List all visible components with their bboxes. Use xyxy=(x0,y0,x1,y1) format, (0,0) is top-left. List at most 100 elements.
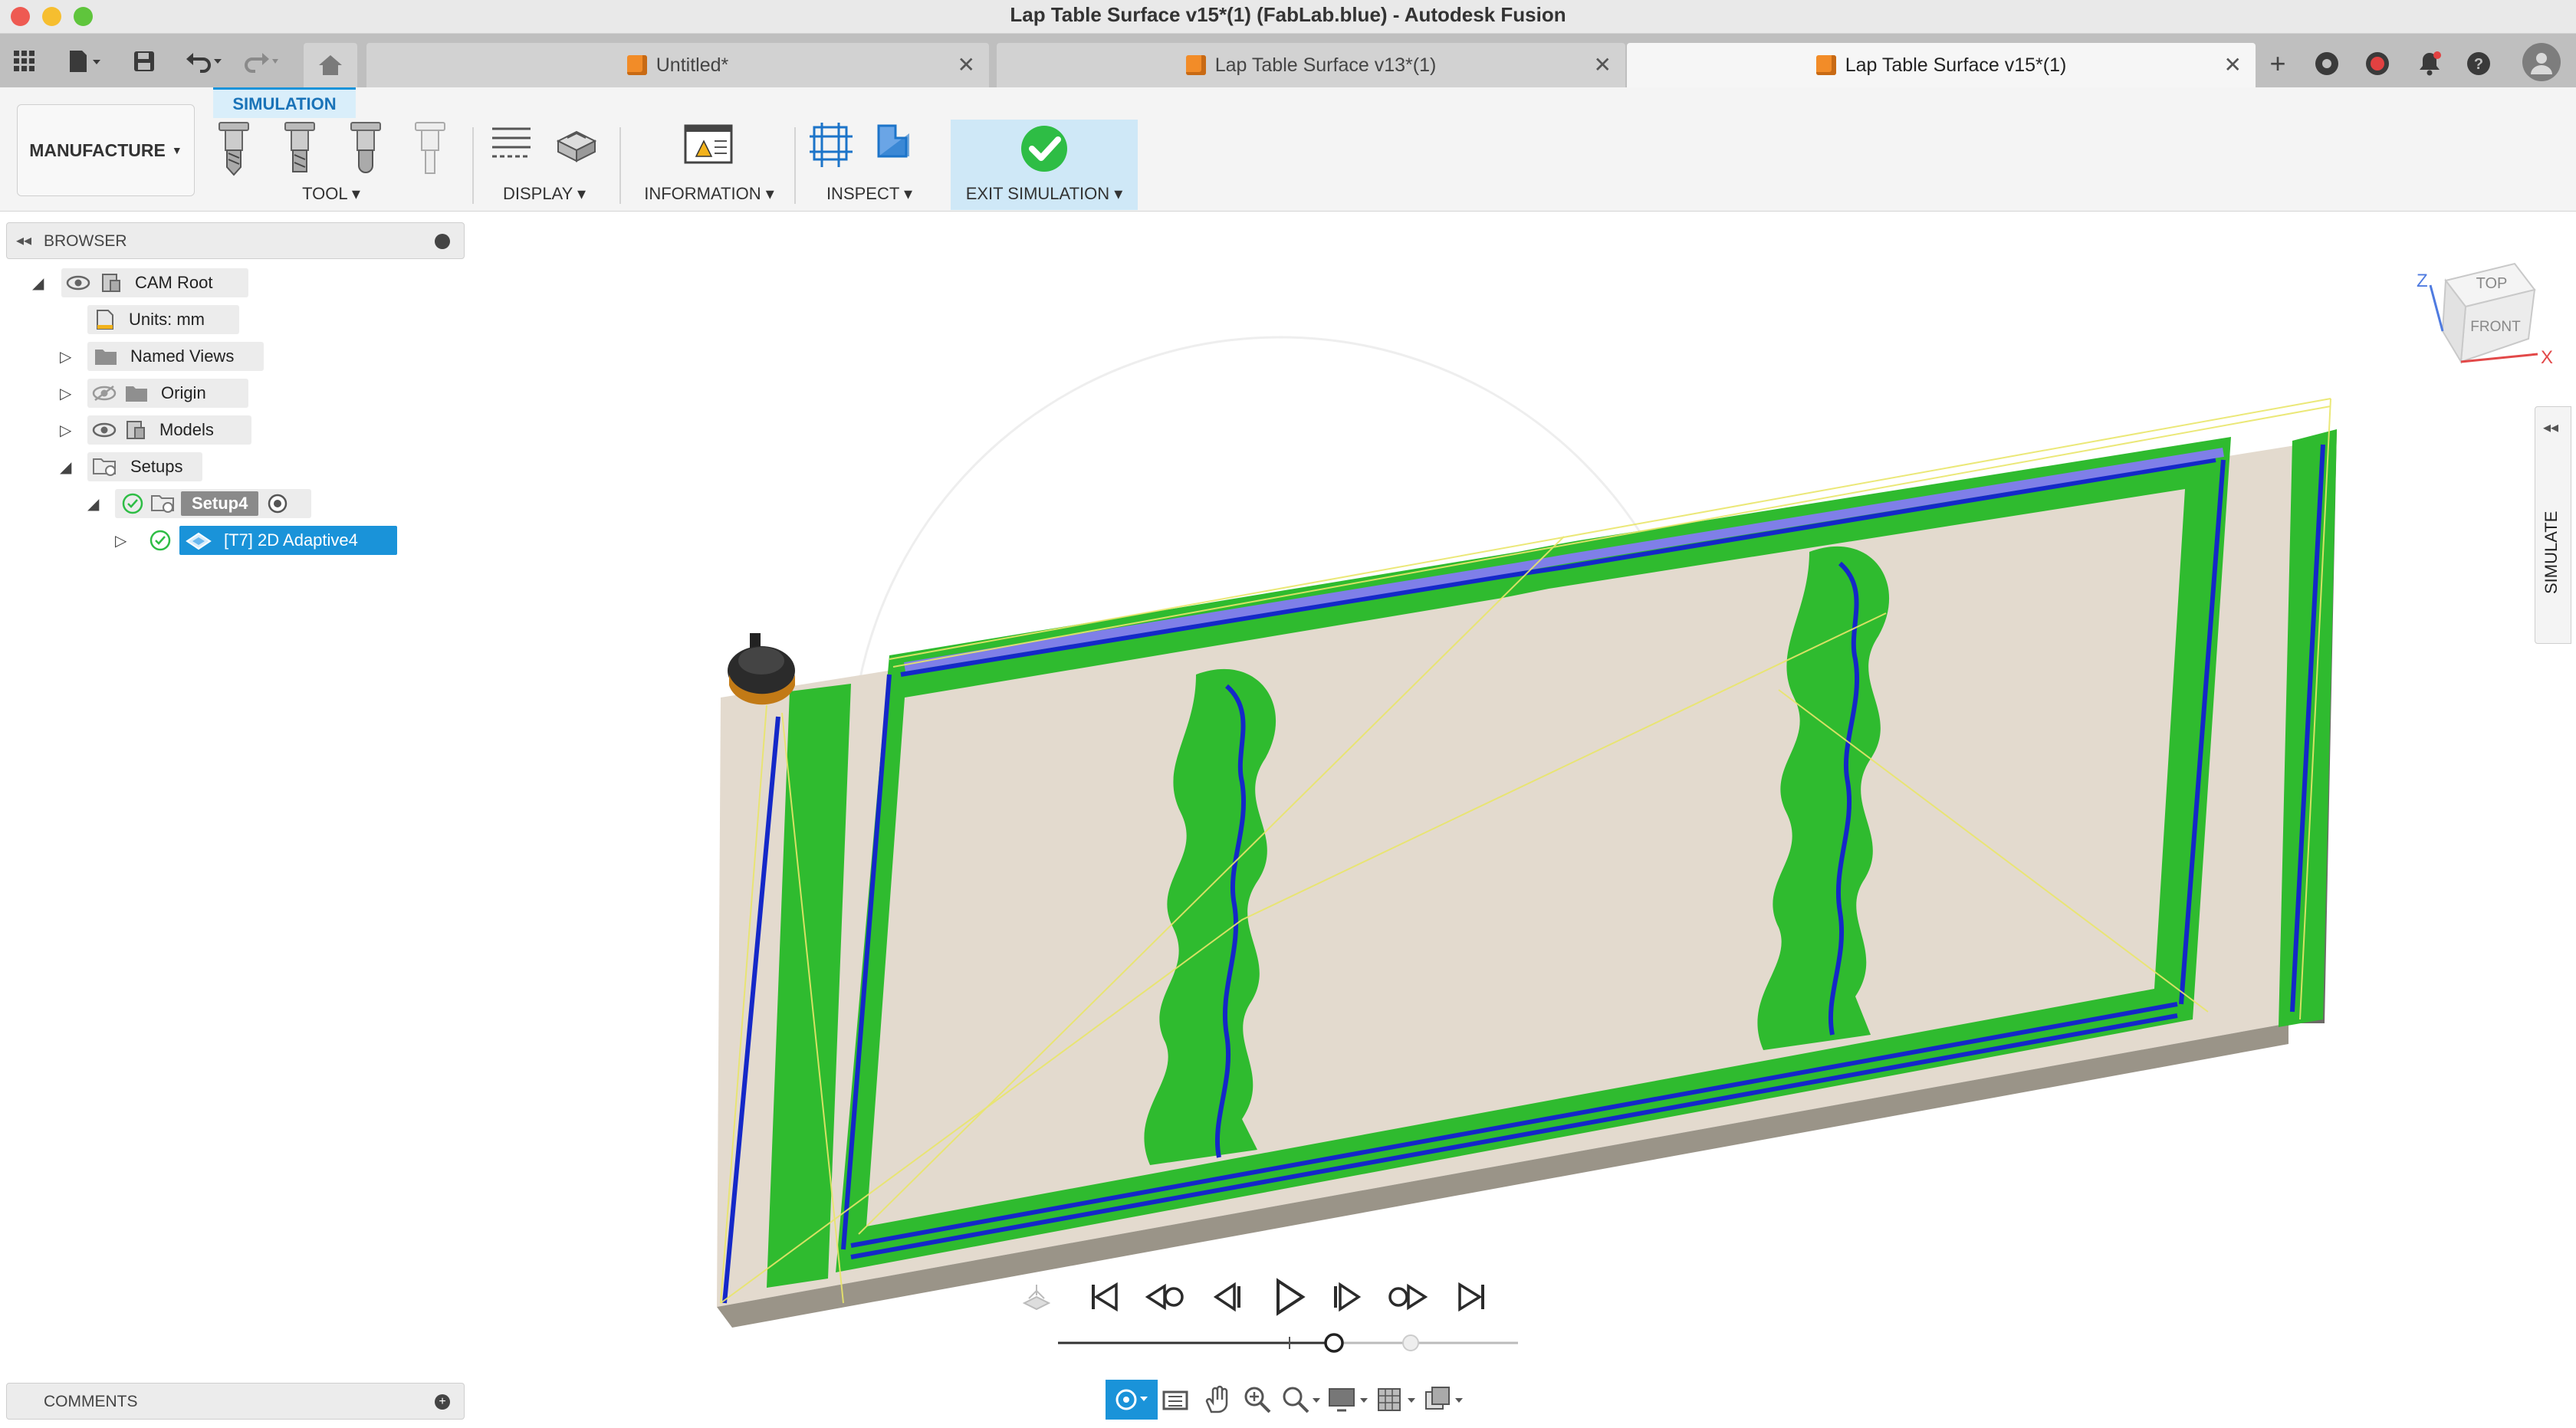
tree-node-label: Units: mm xyxy=(129,310,205,329)
information-icon xyxy=(684,124,733,164)
tab-untitled[interactable]: Untitled* ✕ xyxy=(366,43,989,87)
viewcube[interactable]: TOP FRONT Z X xyxy=(2400,247,2553,400)
browser-panel-header[interactable]: ◂◂ BROWSER xyxy=(6,222,465,259)
design-cube-icon xyxy=(1815,55,1836,75)
close-tab-icon[interactable]: ✕ xyxy=(958,52,975,77)
tool-group[interactable]: TOOL ▾ xyxy=(209,118,454,210)
tree-node-label: Setups xyxy=(130,457,183,476)
step-forward-button[interactable] xyxy=(1323,1274,1369,1320)
workspace-label: MANUFACTURE xyxy=(29,140,166,160)
tab-label: Lap Table Surface v15*(1) xyxy=(1845,54,2067,76)
tree-node-operation[interactable]: ▷ [T7] 2D Adaptive4 xyxy=(0,524,460,556)
collapsed-triangle-icon[interactable]: ▷ xyxy=(115,531,127,550)
zoom-icon[interactable] xyxy=(1242,1384,1273,1419)
toolbar-divider xyxy=(619,127,621,204)
navigation-toolbar xyxy=(1106,1380,1466,1420)
tree-node-label: Origin xyxy=(161,383,206,402)
tree-node-label: CAM Root xyxy=(135,273,213,292)
display-group[interactable]: DISPLAY ▾ xyxy=(483,118,606,210)
go-to-end-button[interactable] xyxy=(1449,1274,1495,1320)
workspace-switcher[interactable]: MANUFACTURE ▼ xyxy=(17,104,195,196)
extensions-icon[interactable] xyxy=(2309,46,2344,81)
data-panel-grid-icon[interactable] xyxy=(9,48,40,75)
stock-display-icon[interactable] xyxy=(1014,1274,1060,1320)
tab-simulation[interactable]: SIMULATION xyxy=(213,87,356,118)
simulation-timeline-slider[interactable] xyxy=(1050,1328,1526,1358)
file-menu-icon[interactable] xyxy=(61,48,107,75)
axis-z-label: Z xyxy=(2417,271,2428,291)
setups-folder-icon xyxy=(93,458,116,476)
job-status-icon[interactable] xyxy=(2360,46,2395,81)
selected-operation[interactable]: [T7] 2D Adaptive4 xyxy=(179,526,397,555)
fit-zoom-window-icon[interactable] xyxy=(1280,1384,1323,1419)
help-icon[interactable]: ? xyxy=(2461,46,2496,81)
display-settings-icon[interactable] xyxy=(1328,1384,1371,1419)
home-tab[interactable] xyxy=(304,43,357,87)
viewcube-front-label[interactable]: FRONT xyxy=(2470,319,2521,335)
tree-node-setup4[interactable]: ◢ Setup4 xyxy=(0,487,460,520)
new-tab-plus-icon[interactable]: + xyxy=(2260,46,2295,81)
display-icons xyxy=(492,127,597,162)
tab-lap-table-v15[interactable]: Lap Table Surface v15*(1) ✕ xyxy=(1627,43,2256,87)
previous-operation-button[interactable] xyxy=(1142,1274,1188,1320)
tree-node-label: Setup4 xyxy=(181,491,259,516)
redo-icon[interactable] xyxy=(238,48,284,75)
viewports-icon[interactable] xyxy=(1423,1384,1466,1419)
tree-node-cam-root[interactable]: ◢ CAM Root xyxy=(0,267,460,299)
tab-lap-table-v13[interactable]: Lap Table Surface v13*(1) ✕ xyxy=(997,43,1625,87)
information-group-label: INFORMATION ▾ xyxy=(644,184,774,203)
notifications-bell-icon[interactable] xyxy=(2412,46,2447,81)
close-tab-icon[interactable]: ✕ xyxy=(1594,52,1612,77)
collapsed-triangle-icon[interactable]: ▷ xyxy=(60,421,71,440)
exit-simulation-label: EXIT SIMULATION ▾ xyxy=(965,184,1123,203)
close-tab-icon[interactable]: ✕ xyxy=(2224,52,2242,77)
tree-node-named-views[interactable]: ▷ Named Views xyxy=(0,340,460,373)
active-setup-radio-icon[interactable] xyxy=(266,492,289,515)
folder-icon xyxy=(95,350,117,365)
green-check-icon xyxy=(1021,126,1067,172)
exit-simulation-button[interactable]: EXIT SIMULATION ▾ xyxy=(951,120,1138,210)
expanded-triangle-icon[interactable]: ◢ xyxy=(87,494,99,514)
orbit-tool-button[interactable] xyxy=(1106,1380,1158,1420)
tree-node-models[interactable]: ▷ Models xyxy=(0,414,460,446)
next-operation-button[interactable] xyxy=(1385,1274,1431,1320)
simulate-side-panel[interactable]: ◂◂ SIMULATE xyxy=(2535,406,2571,644)
user-avatar[interactable] xyxy=(2522,43,2561,81)
visibility-eye-icon[interactable] xyxy=(92,420,117,440)
play-button[interactable] xyxy=(1265,1274,1311,1320)
tree-node-setups[interactable]: ◢ Setups xyxy=(0,451,460,483)
collapse-panel-icon[interactable]: ◂◂ xyxy=(16,231,31,250)
hidden-eye-icon[interactable] xyxy=(92,383,117,403)
go-to-start-button[interactable] xyxy=(1081,1274,1127,1320)
undo-icon[interactable] xyxy=(181,48,227,75)
tree-node-units[interactable]: Units: mm xyxy=(0,304,460,336)
expand-panel-icon[interactable]: ◂◂ xyxy=(2543,418,2558,437)
expanded-triangle-icon[interactable]: ◢ xyxy=(60,458,71,477)
tree-node-origin[interactable]: ▷ Origin xyxy=(0,377,460,409)
expanded-triangle-icon[interactable]: ◢ xyxy=(32,274,44,293)
tab-label: Lap Table Surface v13*(1) xyxy=(1214,54,1437,76)
inspect-group-label: INSPECT ▾ xyxy=(826,184,913,203)
toolbar-divider xyxy=(794,127,796,204)
models-icon xyxy=(127,421,145,439)
units-document-icon xyxy=(97,310,113,330)
axis-x-label: X xyxy=(2541,347,2553,368)
title-bar: Lap Table Surface v15*(1) (FabLab.blue) … xyxy=(0,0,2576,34)
save-icon[interactable] xyxy=(129,48,159,75)
pan-hand-icon[interactable] xyxy=(1202,1384,1233,1419)
inspect-group[interactable]: INSPECT ▾ xyxy=(802,118,937,210)
step-backward-button[interactable] xyxy=(1205,1274,1251,1320)
information-group[interactable]: INFORMATION ▾ xyxy=(629,118,790,210)
visibility-eye-icon[interactable] xyxy=(66,273,90,293)
collapsed-triangle-icon[interactable]: ▷ xyxy=(60,347,71,366)
comments-panel-header[interactable]: COMMENTS + xyxy=(6,1383,465,1420)
add-comment-plus-icon[interactable]: + xyxy=(435,1394,450,1410)
valid-check-icon xyxy=(122,493,143,514)
tree-node-label: [T7] 2D Adaptive4 xyxy=(224,530,358,550)
panel-minimize-icon[interactable] xyxy=(435,234,450,249)
design-cube-icon xyxy=(1185,55,1206,75)
viewcube-top-label[interactable]: TOP xyxy=(2476,275,2508,292)
look-at-icon[interactable] xyxy=(1161,1386,1191,1417)
collapsed-triangle-icon[interactable]: ▷ xyxy=(60,384,71,403)
grid-snaps-icon[interactable] xyxy=(1375,1384,1418,1419)
